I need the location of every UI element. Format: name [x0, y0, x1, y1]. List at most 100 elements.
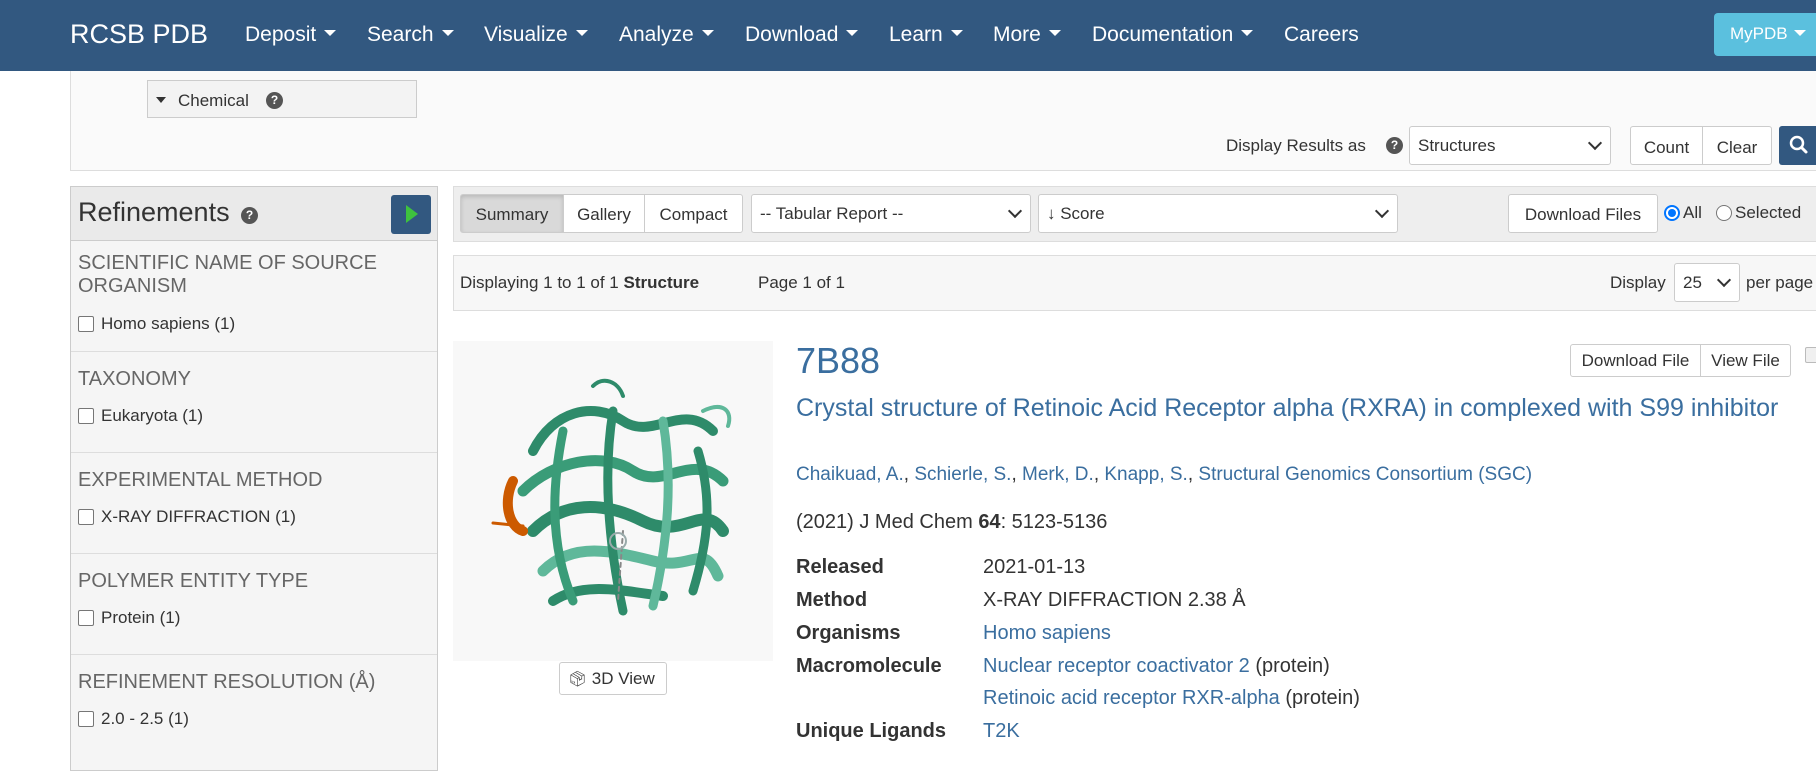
select-result-checkbox[interactable] — [1805, 347, 1816, 363]
chevron-down-icon — [1716, 272, 1732, 288]
count-button[interactable]: Count — [1630, 126, 1703, 165]
organism-link[interactable]: Homo sapiens — [983, 622, 1111, 645]
display-results-select[interactable]: Structures — [1409, 126, 1611, 165]
view-compact-tab[interactable]: Compact — [644, 194, 743, 233]
download-files-button[interactable]: Download Files — [1508, 194, 1658, 233]
pdb-id-link[interactable]: 7B88 — [796, 340, 880, 382]
help-icon[interactable]: ? — [1386, 137, 1403, 154]
top-navbar: RCSB PDB Deposit Search Visualize Analyz… — [0, 0, 1816, 71]
facet-option[interactable]: X-RAY DIFFRACTION (1) — [78, 507, 296, 527]
checkbox[interactable] — [78, 315, 94, 332]
unique-ligands-label: Unique Ligands — [796, 720, 946, 742]
facet-refinement-resolution: REFINEMENT RESOLUTION (Å) 2.0 - 2.5 (1) — [71, 655, 437, 756]
facet-option[interactable]: Eukaryota (1) — [78, 406, 203, 426]
radio-all[interactable]: All — [1664, 203, 1702, 223]
apply-refinements-button[interactable] — [391, 195, 431, 234]
nav-careers[interactable]: Careers — [1284, 23, 1359, 47]
radio-button[interactable] — [1664, 204, 1680, 221]
per-page-select[interactable]: 25 — [1674, 263, 1740, 302]
author-link[interactable]: Merk, D. — [1022, 464, 1094, 485]
chevron-down-icon — [324, 30, 337, 37]
checkbox[interactable] — [78, 710, 94, 727]
clear-button[interactable]: Clear — [1702, 126, 1772, 165]
checkbox[interactable] — [78, 609, 94, 626]
facet-source-organism: SCIENTIFIC NAME OF SOURCE ORGANISM Homo … — [71, 242, 437, 352]
refinements-header: Refinements ? — [71, 187, 437, 241]
download-file-button[interactable]: Download File — [1570, 344, 1701, 377]
caret-down-icon — [156, 97, 166, 103]
nav-learn[interactable]: Learn — [889, 23, 963, 47]
chevron-down-icon — [1241, 30, 1254, 37]
chevron-down-icon — [1793, 29, 1806, 36]
view-gallery-tab[interactable]: Gallery — [563, 194, 645, 233]
chevron-down-icon — [1007, 203, 1023, 219]
citation: (2021) J Med Chem 64: 5123-5136 — [796, 511, 1108, 533]
chemical-toggle[interactable]: Chemical ? — [147, 80, 417, 118]
search-icon — [1789, 135, 1808, 154]
brand-logo[interactable]: RCSB PDB — [70, 19, 208, 50]
chevron-down-icon — [441, 30, 454, 37]
help-icon[interactable]: ? — [241, 207, 258, 224]
nav-more[interactable]: More — [993, 23, 1061, 47]
search-button[interactable] — [1779, 126, 1816, 165]
facet-taxonomy: TAXONOMY Eukaryota (1) — [71, 352, 437, 453]
nav-documentation[interactable]: Documentation — [1092, 23, 1254, 47]
released-value: 2021-01-13 — [983, 556, 1086, 578]
facet-title: SCIENTIFIC NAME OF SOURCE ORGANISM — [78, 252, 377, 297]
view-summary-tab[interactable]: Summary — [460, 194, 564, 233]
chevron-down-icon — [1048, 30, 1061, 37]
per-page-label: per page — [1746, 273, 1814, 292]
author-link[interactable]: Chaikuad, A. — [796, 464, 904, 485]
structure-title-link[interactable]: Crystal structure of Retinoic Acid Recep… — [796, 394, 1796, 423]
authors-list: Chaikuad, A., Schierle, S., Merk, D., Kn… — [796, 464, 1533, 485]
facet-title: POLYMER ENTITY TYPE — [78, 570, 309, 592]
author-link[interactable]: Knapp, S. — [1104, 464, 1187, 485]
page-indicator: Page 1 of 1 — [758, 273, 845, 292]
macromolecule-link[interactable]: Nuclear receptor coactivator 2 — [983, 655, 1250, 677]
mypdb-button[interactable]: MyPDB — [1714, 13, 1816, 56]
sort-select[interactable]: ↓ Score — [1038, 194, 1398, 233]
macromolecule-item: Nuclear receptor coactivator 2 (protein) — [983, 655, 1330, 677]
radio-button[interactable] — [1716, 204, 1732, 221]
macromolecule-item: Retinoic acid receptor RXR-alpha (protei… — [983, 687, 1360, 709]
facet-title: EXPERIMENTAL METHOD — [78, 469, 323, 491]
checkbox[interactable] — [78, 407, 94, 424]
checkbox[interactable] — [78, 508, 94, 525]
chemical-label: Chemical — [178, 91, 249, 110]
radio-selected[interactable]: Selected — [1716, 203, 1801, 223]
author-link[interactable]: Structural Genomics Consortium (SGC) — [1198, 464, 1532, 485]
3d-view-button[interactable]: 📦︎ 3D View — [559, 662, 667, 695]
chevron-down-icon — [575, 30, 588, 37]
author-link[interactable]: Schierle, S. — [914, 464, 1011, 485]
facet-polymer-entity-type: POLYMER ENTITY TYPE Protein (1) — [71, 554, 437, 655]
help-icon[interactable]: ? — [266, 92, 283, 109]
released-label: Released — [796, 556, 884, 578]
macromolecule-link[interactable]: Retinoic acid receptor RXR-alpha — [983, 687, 1280, 709]
refinements-title: Refinements — [78, 197, 230, 227]
protein-structure-image — [491, 378, 732, 616]
method-value: X-RAY DIFFRACTION 2.38 Å — [983, 589, 1246, 611]
organisms-label: Organisms — [796, 622, 901, 644]
nav-search[interactable]: Search — [367, 23, 454, 47]
chevron-down-icon — [846, 30, 859, 37]
facet-option[interactable]: 2.0 - 2.5 (1) — [78, 709, 189, 729]
display-label: Display — [1610, 273, 1666, 292]
nav-visualize[interactable]: Visualize — [484, 23, 588, 47]
macromolecule-label: Macromolecule — [796, 655, 942, 677]
facet-option[interactable]: Protein (1) — [78, 608, 180, 628]
view-file-button[interactable]: View File — [1700, 344, 1791, 377]
nav-download[interactable]: Download — [745, 23, 859, 47]
nav-deposit[interactable]: Deposit — [245, 23, 337, 47]
method-label: Method — [796, 589, 868, 611]
chevron-down-icon — [1587, 135, 1603, 151]
nav-analyze[interactable]: Analyze — [619, 23, 714, 47]
refinements-panel: Refinements ? SCIENTIFIC NAME OF SOURCE … — [70, 186, 438, 771]
displaying-count: Displaying 1 to 1 of 1 Structure — [460, 273, 700, 292]
facet-option[interactable]: Homo sapiens (1) — [78, 314, 235, 334]
ligand-link[interactable]: T2K — [983, 720, 1020, 743]
facet-title: TAXONOMY — [78, 368, 191, 390]
chevron-down-icon — [950, 30, 963, 37]
structure-thumbnail[interactable] — [453, 341, 773, 661]
tabular-report-select[interactable]: -- Tabular Report -- — [751, 194, 1031, 233]
chevron-down-icon — [1374, 203, 1390, 219]
